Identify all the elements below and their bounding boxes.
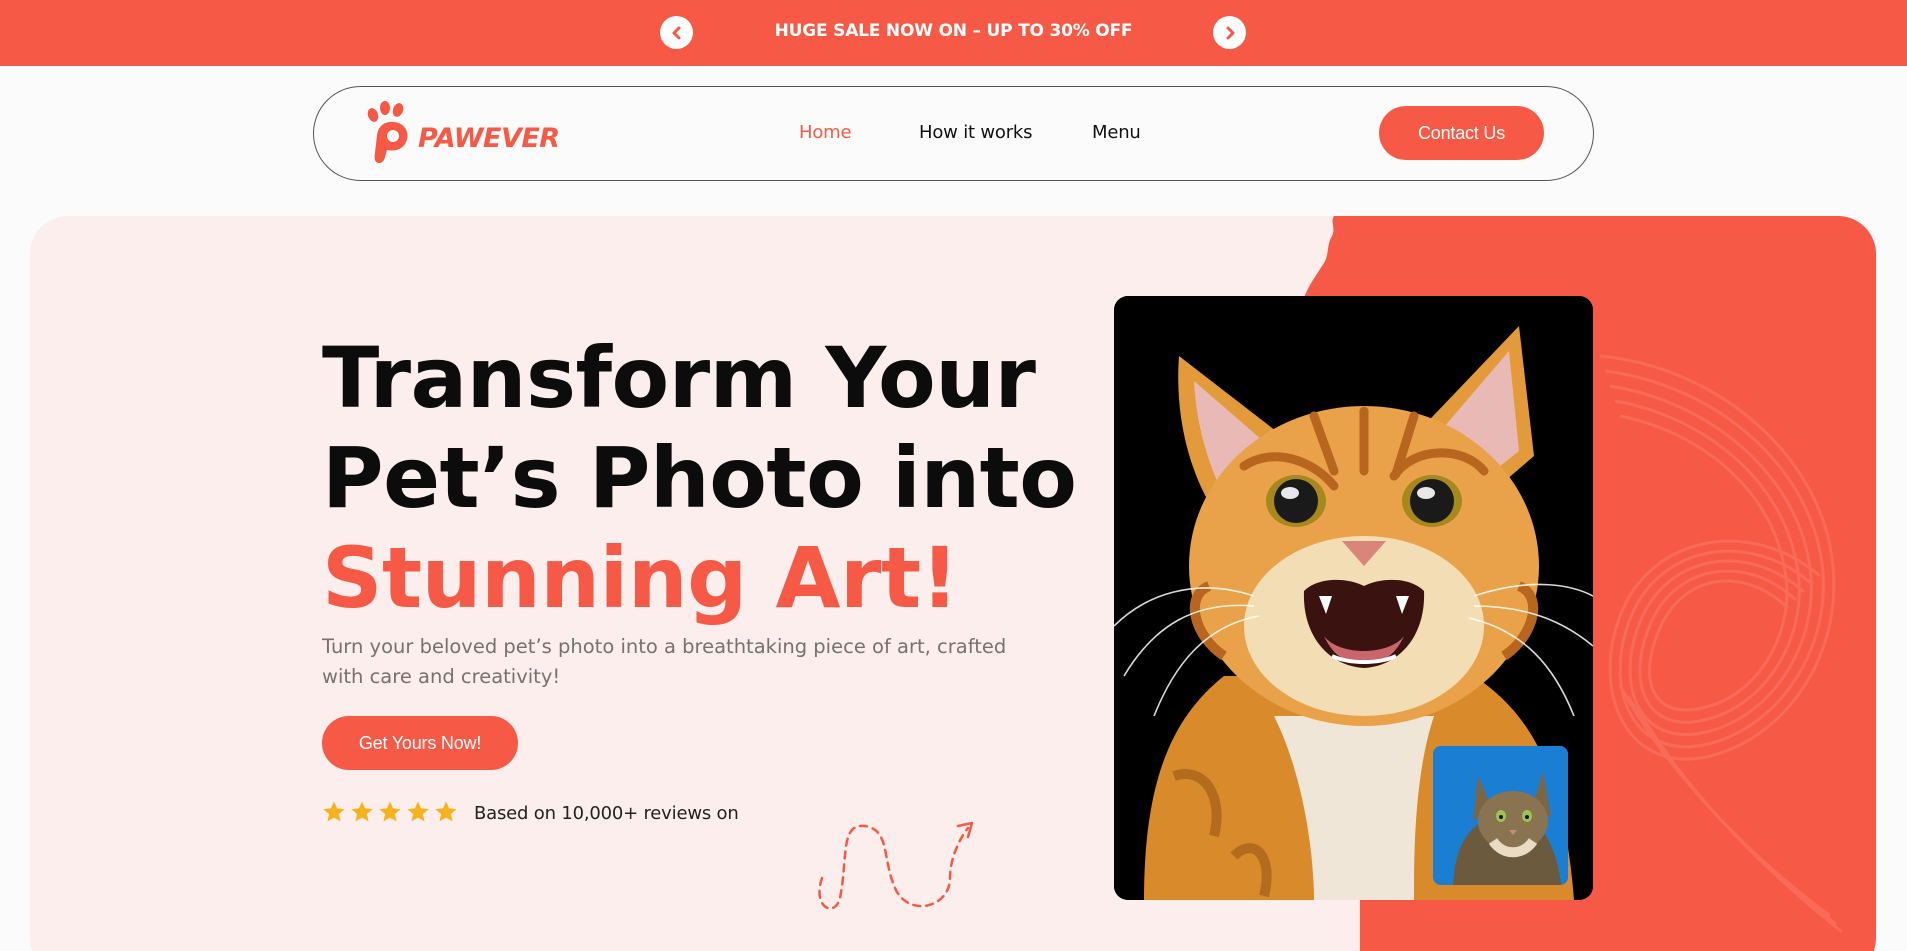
nav-link-home[interactable]: Home bbox=[799, 122, 852, 143]
headline-line-1: Transform Your bbox=[322, 329, 1036, 427]
logo-text: PAWEVER bbox=[418, 123, 560, 154]
paw-logo-icon bbox=[367, 101, 408, 163]
hero-subtext: Turn your beloved pet’s photo into a bre… bbox=[322, 635, 1007, 688]
dashed-arrow-icon bbox=[818, 821, 974, 910]
star-icon bbox=[379, 801, 401, 822]
promo-bar: HUGE SALE NOW ON – UP TO 30% OFF bbox=[0, 0, 1907, 66]
logo[interactable]: PAWEVER bbox=[365, 101, 565, 165]
promo-prev-button[interactable] bbox=[660, 16, 693, 49]
headline-accent: Stunning Art! bbox=[322, 529, 959, 627]
navbar: PAWEVER Home How it works Menu Contact U… bbox=[313, 86, 1594, 181]
rating-stars bbox=[322, 800, 458, 824]
cat-photo-icon bbox=[1433, 746, 1568, 885]
star-icon bbox=[435, 801, 457, 822]
promo-next-button[interactable] bbox=[1213, 16, 1246, 49]
hero-headline: Transform Your Pet’s Photo into Stunning… bbox=[322, 328, 1077, 628]
reviews-text: Based on 10,000+ reviews on bbox=[474, 803, 739, 824]
star-icon bbox=[323, 801, 345, 822]
nav-link-how-it-works[interactable]: How it works bbox=[919, 122, 1033, 143]
chevron-right-icon bbox=[1226, 26, 1234, 39]
star-icon bbox=[407, 801, 429, 822]
nav-link-menu[interactable]: Menu bbox=[1092, 122, 1141, 143]
get-yours-now-button[interactable]: Get Yours Now! bbox=[322, 716, 518, 770]
headline-line-2: Pet’s Photo into bbox=[322, 429, 1077, 527]
star-icon bbox=[351, 801, 373, 822]
original-pet-photo-thumbnail bbox=[1433, 746, 1568, 885]
contact-us-button[interactable]: Contact Us bbox=[1379, 106, 1544, 160]
chevron-left-icon bbox=[672, 26, 680, 39]
promo-text: HUGE SALE NOW ON – UP TO 30% OFF bbox=[774, 21, 1133, 41]
